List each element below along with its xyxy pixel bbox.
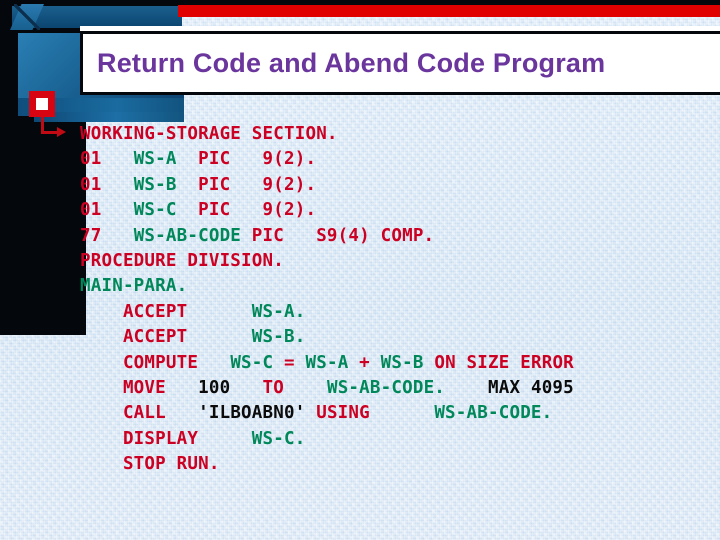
page-title: Return Code and Abend Code Program — [97, 47, 606, 78]
code-token: ACCEPT — [80, 327, 252, 348]
code-listing: WORKING-STORAGE SECTION. 01 WS-A PIC 9(2)… — [80, 122, 720, 477]
code-token: WS-AB-CODE. — [326, 377, 446, 398]
code-token: COMPUTE — [80, 352, 231, 373]
code-token: 'ILBOABN0' — [198, 403, 306, 424]
code-token: WS-AB-CODE. — [434, 403, 553, 424]
code-token: STOP RUN. — [80, 454, 220, 475]
code-token: 01 — [80, 174, 134, 195]
title-plate: Return Code and Abend Code Program — [80, 31, 720, 95]
code-line: MOVE 100 TO WS-AB-CODE. MAX 4095 — [80, 376, 720, 401]
code-token: WS-AB-CODE — [133, 225, 242, 246]
code-token: 100 — [198, 377, 231, 398]
code-line: 77 WS-AB-CODE PIC S9(4) COMP. — [80, 224, 720, 249]
code-line: 01 WS-B PIC 9(2). — [80, 173, 720, 198]
code-token: MOVE — [80, 377, 199, 398]
elbow-arrow-head-icon — [57, 127, 66, 137]
code-token: WS-A. — [251, 301, 306, 322]
code-line: MAIN-PARA. — [80, 274, 720, 299]
code-token: WS-B — [380, 352, 424, 373]
code-line: CALL 'ILBOABN0' USING WS-AB-CODE. — [80, 401, 720, 426]
code-token: WS-C. — [251, 428, 306, 449]
code-token: PIC 9(2). — [176, 174, 317, 195]
decor-diagonal-line-icon — [14, 4, 40, 30]
code-line: ACCEPT WS-A. — [80, 300, 720, 325]
square-bullet-icon — [29, 91, 55, 117]
code-token: WS-A — [305, 352, 349, 373]
code-token: WORKING-STORAGE SECTION. — [80, 124, 338, 144]
code-token: 01 — [80, 149, 134, 170]
code-token: PROCEDURE DIVISION. — [80, 250, 284, 271]
code-token: ACCEPT — [80, 301, 252, 322]
code-line: 01 WS-A PIC 9(2). — [80, 147, 720, 172]
code-line: STOP RUN. — [80, 452, 720, 477]
code-token: CALL — [80, 403, 199, 424]
code-line: DISPLAY WS-C. — [80, 427, 720, 452]
code-line: ACCEPT WS-B. — [80, 325, 720, 350]
code-line: PROCEDURE DIVISION. — [80, 249, 720, 274]
code-token: PIC 9(2). — [176, 149, 317, 170]
code-token: 01 — [80, 200, 134, 221]
code-token: WS-C — [133, 200, 177, 221]
code-token: WS-B — [133, 174, 177, 195]
code-token: = — [273, 352, 306, 373]
code-token: WS-B. — [251, 327, 306, 348]
code-token: PIC S9(4) COMP. — [241, 225, 435, 246]
code-line: WORKING-STORAGE SECTION. — [80, 122, 720, 147]
code-line: COMPUTE WS-C = WS-A + WS-B ON SIZE ERROR — [80, 351, 720, 376]
code-token: PIC 9(2). — [176, 200, 317, 221]
code-token: MAX 4095 — [488, 377, 574, 398]
top-red-rule — [178, 5, 720, 17]
code-token: 77 — [80, 225, 134, 246]
code-token: USING — [305, 403, 435, 424]
code-token: + — [348, 352, 381, 373]
decor-blue-underline — [34, 112, 184, 122]
code-token: ON SIZE ERROR — [423, 352, 574, 373]
code-token: TO — [230, 377, 327, 398]
code-token: WS-A — [133, 149, 177, 170]
code-token: DISPLAY — [80, 428, 252, 449]
code-line: 01 WS-C PIC 9(2). — [80, 198, 720, 223]
slide: Return Code and Abend Code Program WORKI… — [0, 0, 720, 540]
code-token: MAIN-PARA. — [80, 276, 188, 297]
code-token: WS-C — [230, 352, 274, 373]
